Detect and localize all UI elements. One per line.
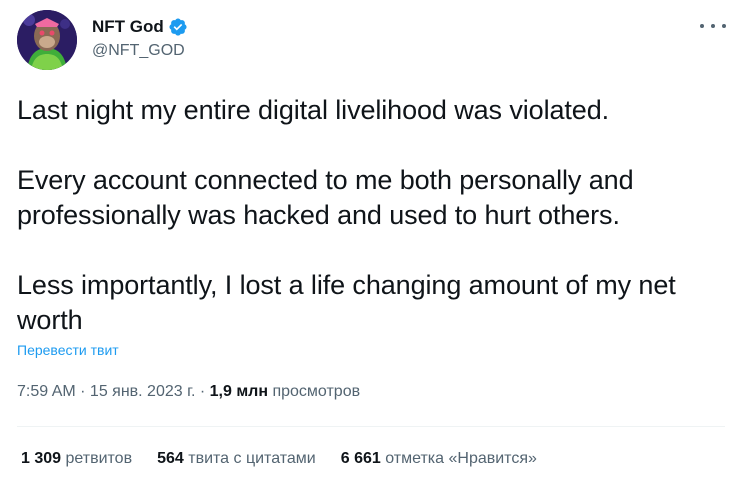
tweet-paragraph: Every account connected to me both perso… xyxy=(17,165,634,230)
likes-count: 6 661 xyxy=(340,450,381,467)
avatar[interactable] xyxy=(17,10,77,70)
retweets-label: ретвитов xyxy=(65,450,133,467)
views-count: 1,9 млн xyxy=(209,383,268,400)
likes-label: отметка «Нравится» xyxy=(385,450,537,467)
author-name-row[interactable]: NFT God xyxy=(92,16,188,38)
divider xyxy=(17,426,725,427)
more-options-icon[interactable] xyxy=(700,16,726,36)
dot xyxy=(722,24,726,28)
quotes-count: 564 xyxy=(157,450,184,467)
verified-badge-icon xyxy=(169,18,187,36)
dot xyxy=(711,24,715,28)
dot xyxy=(700,24,704,28)
author-display-name[interactable]: NFT God xyxy=(92,16,164,38)
translate-tweet-link[interactable]: Перевести твит xyxy=(17,342,119,358)
tweet-paragraph: Last night my entire digital livelihood … xyxy=(17,95,610,125)
quotes-stat[interactable]: 564 твита с цитатами xyxy=(157,450,316,468)
meta-separator: · xyxy=(195,383,210,400)
tweet-text: Last night my entire digital livelihood … xyxy=(17,93,717,338)
meta-separator: · xyxy=(75,383,90,400)
tweet-meta: 7:59 AM · 15 янв. 2023 г. · 1,9 млн прос… xyxy=(17,383,360,401)
tweet-paragraph: Less importantly, I lost a life changing… xyxy=(17,270,676,335)
ape-avatar-icon xyxy=(17,10,77,70)
retweets-stat[interactable]: 1 309 ретвитов xyxy=(21,450,132,468)
views-label: просмотров xyxy=(272,383,361,400)
likes-stat[interactable]: 6 661 отметка «Нравится» xyxy=(341,450,537,468)
tweet-time[interactable]: 7:59 AM xyxy=(17,383,76,400)
tweet-stats: 1 309 ретвитов 564 твита с цитатами 6 66… xyxy=(21,450,562,468)
retweets-count: 1 309 xyxy=(21,450,62,467)
quotes-label: твита с цитатами xyxy=(188,450,316,467)
tweet-date[interactable]: 15 янв. 2023 г. xyxy=(90,383,196,400)
author-handle[interactable]: @NFT_GOD xyxy=(92,42,185,60)
